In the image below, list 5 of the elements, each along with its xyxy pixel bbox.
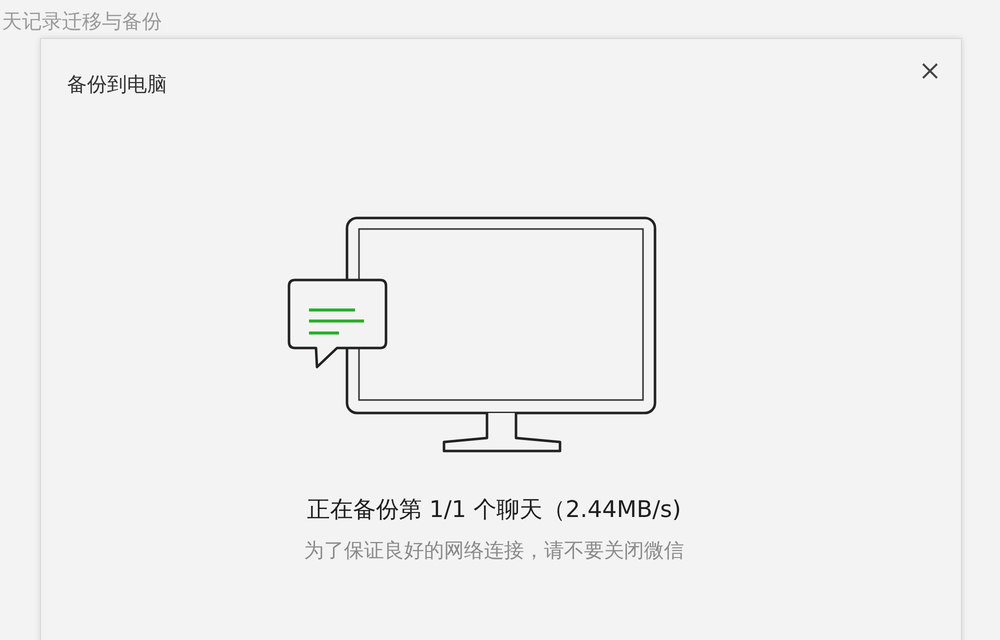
close-icon[interactable] bbox=[921, 62, 939, 80]
hint-text: 为了保证良好的网络连接，请不要关闭微信 bbox=[304, 537, 684, 564]
window-title: 天记录迁移与备份 bbox=[1, 8, 163, 35]
dialog-title: 备份到电脑 bbox=[67, 71, 167, 98]
status-message: 正在备份第 1/1 个聊天（2.44MB/s) bbox=[306, 496, 682, 525]
